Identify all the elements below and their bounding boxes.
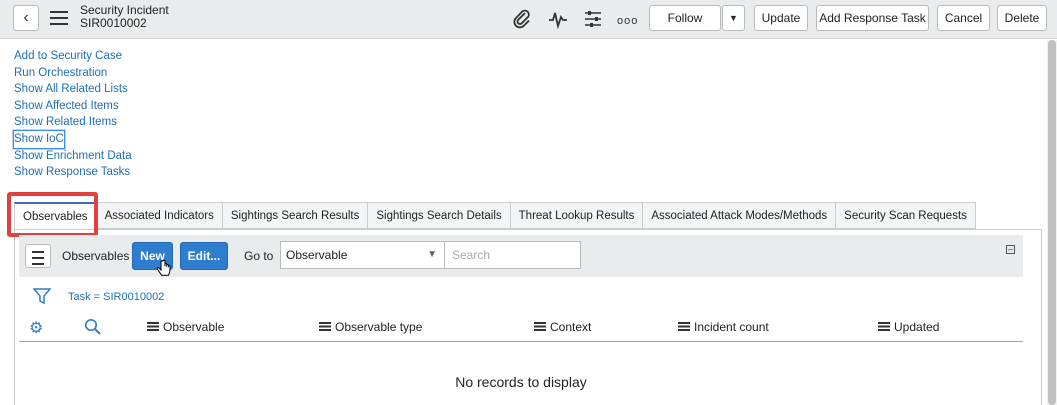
delete-button[interactable]: Delete [997, 5, 1047, 31]
link-show-enrichment-data[interactable]: Show Enrichment Data [14, 148, 132, 165]
record-title: Security Incident SIR0010002 [80, 4, 169, 30]
column-observable[interactable]: Observable [147, 320, 224, 334]
link-show-response-tasks[interactable]: Show Response Tasks [14, 164, 132, 181]
chevron-left-icon: ‹ [23, 9, 29, 26]
caret-down-icon: ▼ [427, 249, 437, 260]
update-button[interactable]: Update [754, 5, 808, 31]
scrollbar-thumb[interactable] [1048, 40, 1056, 405]
goto-field-select[interactable]: Observable ▼ [280, 241, 445, 269]
collapse-icon[interactable]: – [1006, 245, 1015, 254]
highlight-box [7, 192, 98, 237]
link-show-ioc[interactable]: Show IoC [13, 129, 65, 149]
tab-associated-indicators[interactable]: Associated Indicators [96, 202, 223, 229]
link-show-related-items[interactable]: Show Related Items [14, 114, 132, 131]
form-menu-icon[interactable] [50, 11, 68, 25]
edit-button[interactable]: Edit... [180, 242, 228, 270]
goto-field-value: Observable [286, 248, 348, 262]
filter-icon[interactable] [32, 287, 52, 308]
column-menu-icon[interactable] [147, 322, 159, 331]
related-links: Add to Security Case Run Orchestration S… [13, 36, 132, 181]
list-menu-icon[interactable] [25, 244, 51, 268]
page-scrollbar[interactable] [1047, 40, 1057, 405]
empty-message: No records to display [455, 374, 587, 390]
column-menu-icon[interactable] [319, 322, 331, 331]
link-show-all-related-lists[interactable]: Show All Related Lists [14, 81, 132, 98]
record-number: SIR0010002 [80, 16, 147, 30]
search-icon[interactable] [84, 318, 102, 339]
tab-security-scan-requests[interactable]: Security Scan Requests [836, 202, 976, 229]
column-observable-type[interactable]: Observable type [319, 320, 422, 334]
tab-associated-attack-modes[interactable]: Associated Attack Modes/Methods [643, 202, 837, 229]
related-link-cut [14, 36, 132, 48]
hand-cursor-icon [156, 259, 171, 276]
paperclip-icon[interactable] [513, 9, 531, 32]
gear-icon[interactable]: ⚙ [29, 318, 43, 338]
tab-threat-lookup-results[interactable]: Threat Lookup Results [510, 202, 644, 229]
activity-icon[interactable] [548, 9, 568, 32]
link-run-orchestration[interactable]: Run Orchestration [14, 65, 132, 82]
column-updated[interactable]: Updated [878, 320, 939, 334]
goto-label: Go to [244, 249, 274, 263]
back-button[interactable]: ‹ [13, 5, 39, 31]
tab-sightings-search-results[interactable]: Sightings Search Results [222, 202, 369, 229]
cancel-button[interactable]: Cancel [937, 5, 990, 31]
column-menu-icon[interactable] [878, 322, 890, 331]
filter-breadcrumb[interactable]: Task = SIR0010002 [68, 291, 164, 303]
column-incident-count[interactable]: Incident count [678, 320, 769, 334]
settings-sliders-icon[interactable] [583, 9, 603, 32]
form-header: ‹ Security Incident SIR0010002 ooo Follo… [0, 0, 1057, 39]
list-title: Observables [62, 249, 130, 263]
search-input[interactable]: Search [444, 241, 581, 269]
related-list-tabs: Observables Associated Indicators Sighti… [14, 202, 976, 230]
link-show-affected-items[interactable]: Show Affected Items [14, 98, 132, 115]
column-menu-icon[interactable] [678, 322, 690, 331]
column-menu-icon[interactable] [534, 322, 546, 331]
header-divider [19, 341, 1023, 342]
add-response-task-button[interactable]: Add Response Task [816, 5, 929, 31]
follow-dropdown-button[interactable]: ▼ [722, 5, 745, 31]
tab-sightings-search-details[interactable]: Sightings Search Details [368, 202, 511, 229]
column-context[interactable]: Context [534, 320, 591, 334]
follow-button[interactable]: Follow [649, 5, 721, 31]
caret-down-icon: ▼ [729, 13, 738, 23]
link-add-to-security-case[interactable]: Add to Security Case [14, 48, 132, 65]
more-icon[interactable]: ooo [617, 12, 638, 30]
